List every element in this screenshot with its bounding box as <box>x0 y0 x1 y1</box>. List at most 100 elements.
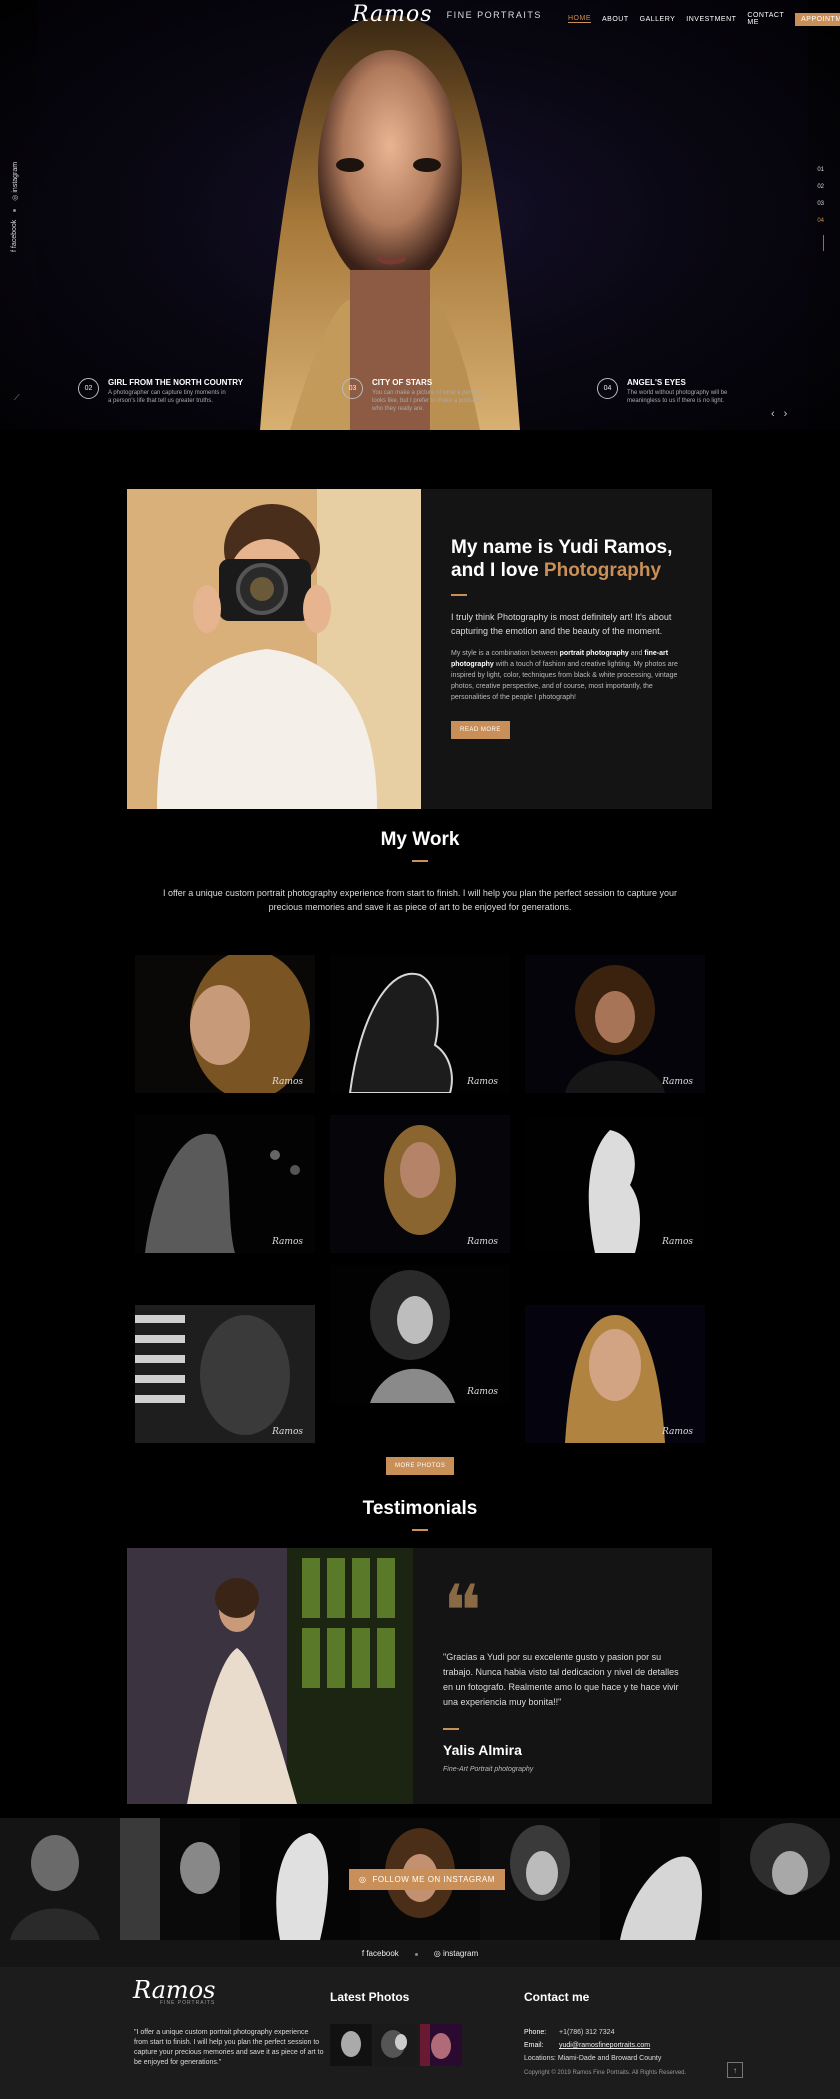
latest-photos-title: Latest Photos <box>330 1990 410 2004</box>
slide-caption[interactable]: 03 CITY OF STARS You can make a picture … <box>342 378 492 413</box>
caption-title: ANGEL'S EYES <box>627 378 686 387</box>
page: Ramos FINE PORTRAITS HOME ABOUT GALLERY … <box>0 0 840 2099</box>
email-link[interactable]: yudi@ramosfineportraits.com <box>559 2042 650 2049</box>
pager-item-01[interactable]: 01 <box>817 167 824 173</box>
watermark-signature: Ramos <box>662 1427 693 1437</box>
about-bold: portrait photography <box>559 650 629 657</box>
nav-gallery[interactable]: GALLERY <box>640 16 676 23</box>
caption-text: The world without photography will be me… <box>627 390 728 404</box>
about-heading-line2: and I love <box>451 560 544 581</box>
watermark-signature: Ramos <box>662 1077 693 1087</box>
footer: Ramos FINE PORTRAITS "I offer a unique c… <box>0 1967 840 2099</box>
appointment-button[interactable]: APPOINTMENT <box>795 12 840 26</box>
caption-text: You can make a picture of what a person … <box>372 390 485 412</box>
gallery-photo <box>330 955 510 1093</box>
about-text: and <box>628 650 645 657</box>
back-to-top-icon[interactable]: ↑ <box>727 2062 743 2078</box>
email-label: Email: <box>524 2042 544 2049</box>
latest-photos <box>330 2024 462 2066</box>
divider <box>412 1529 428 1531</box>
gallery-item[interactable]: Ramos <box>525 955 705 1093</box>
phone-link[interactable]: +1(786) 312 7324 <box>559 2029 614 2036</box>
slide-pager: 01 02 03 04 <box>817 167 824 251</box>
watermark-signature: Ramos <box>272 1427 303 1437</box>
instagram-photo[interactable] <box>600 1818 720 1940</box>
gallery-item[interactable]: Ramos <box>525 1305 705 1443</box>
footer-facebook-link[interactable]: f facebook <box>362 1949 399 1958</box>
hero-slider: Ramos FINE PORTRAITS HOME ABOUT GALLERY … <box>0 0 840 430</box>
footer-instagram-link[interactable]: ◎ instagram <box>434 1949 478 1958</box>
nav-investment[interactable]: INVESTMENT <box>686 16 736 23</box>
gallery-photo <box>135 1305 315 1443</box>
chevron-right-icon[interactable]: › <box>784 408 788 420</box>
gallery-item[interactable]: Ramos <box>135 1305 315 1443</box>
watermark-signature: Ramos <box>467 1387 498 1397</box>
more-photos-button[interactable]: MORE PHOTOS <box>386 1457 455 1475</box>
latest-photo[interactable] <box>420 2024 462 2066</box>
social-divider <box>414 1953 418 1956</box>
contact-email: Email: yudi@ramosfineportraits.com <box>524 2039 661 2052</box>
locations-label: Locations: <box>524 2055 556 2062</box>
testimonial-card: ❝ "Gracias a Yudi por su excelente gusto… <box>127 1548 712 1804</box>
gallery-photo <box>525 1115 705 1253</box>
watermark-signature: Ramos <box>272 1077 303 1087</box>
watermark-signature: Ramos <box>662 1237 693 1247</box>
pager-item-04[interactable]: 04 <box>817 218 824 224</box>
slide-caption[interactable]: 02 GIRL FROM THE NORTH COUNTRY A photogr… <box>78 378 243 405</box>
instagram-icon: ◎ <box>359 1875 367 1884</box>
nav-about[interactable]: ABOUT <box>602 16 629 23</box>
gallery-item[interactable]: Ramos <box>135 955 315 1093</box>
gallery-item[interactable]: Ramos <box>525 1115 705 1253</box>
latest-photo[interactable] <box>375 2024 417 2066</box>
about-heading-line1: My name is Yudi Ramos, <box>451 537 673 558</box>
pager-line <box>823 235 824 251</box>
caption-title: GIRL FROM THE NORTH COUNTRY <box>108 378 244 387</box>
about-content: My name is Yudi Ramos, and I love Photog… <box>421 489 712 809</box>
gallery-photo <box>135 1115 315 1253</box>
gallery-item[interactable]: Ramos <box>135 1115 315 1253</box>
gallery-photo <box>330 1115 510 1253</box>
contact-locations: Locations: Miami-Dade and Broward County <box>524 2052 661 2065</box>
slide-caption[interactable]: 04 ANGEL'S EYES The world without photog… <box>597 378 747 405</box>
instagram-photo[interactable] <box>720 1818 840 1940</box>
nav-home[interactable]: HOME <box>568 15 591 23</box>
gallery-item[interactable]: Ramos <box>330 1265 510 1403</box>
caption-number: 02 <box>78 378 99 399</box>
about-paragraph: My style is a combination between portra… <box>451 648 682 703</box>
about-section: My name is Yudi Ramos, and I love Photog… <box>127 489 712 809</box>
testimonial-role: Fine-Art Portrait photography <box>443 1766 534 1773</box>
footer-logo-sub: FINE PORTRAITS <box>160 2000 216 2006</box>
read-more-button[interactable]: READ MORE <box>451 721 510 739</box>
latest-photo[interactable] <box>330 2024 372 2066</box>
contact-info: Phone: +1(786) 312 7324 Email: yudi@ramosf… <box>524 2026 661 2065</box>
phone-label: Phone: <box>524 2029 547 2036</box>
instagram-photo[interactable] <box>120 1818 240 1940</box>
quote-icon: ❝ <box>443 1569 482 1653</box>
testimonials-title: Testimonials <box>362 1498 478 1519</box>
caption-number: 04 <box>597 378 618 399</box>
testimonial-author: Yalis Almira <box>443 1742 522 1758</box>
instagram-icon: ◎ <box>12 192 19 201</box>
testimonial-quote: "Gracias a Yudi por su excelente gusto y… <box>443 1652 679 1707</box>
rail-facebook-link[interactable]: f facebook <box>11 220 19 252</box>
gallery-item[interactable]: Ramos <box>330 1115 510 1253</box>
caption-text: A photographer can capture tiny moments … <box>108 390 226 404</box>
site-logo[interactable]: Ramos FINE PORTRAITS <box>352 2 542 27</box>
nav-contact[interactable]: CONTACT ME <box>747 12 784 26</box>
follow-instagram-button[interactable]: ◎ FOLLOW ME ON INSTAGRAM <box>349 1869 505 1890</box>
instagram-photo[interactable] <box>240 1818 360 1940</box>
main-nav: HOME ABOUT GALLERY INVESTMENT CONTACT ME… <box>568 12 840 26</box>
rail-instagram-link[interactable]: ◎ instagram <box>11 162 19 201</box>
pager-item-02[interactable]: 02 <box>817 184 824 190</box>
gallery-item[interactable]: Ramos <box>330 955 510 1093</box>
about-lead: I truly think Photography is most defini… <box>451 612 672 636</box>
divider <box>451 594 467 596</box>
chevron-left-icon[interactable]: ‹ <box>771 408 775 420</box>
footer-social-bar: f facebook ◎ instagram <box>0 1940 840 1967</box>
instagram-photo[interactable] <box>0 1818 120 1940</box>
pager-item-03[interactable]: 03 <box>817 201 824 207</box>
email-value: yudi@ramosfineportraits.com <box>559 2042 651 2049</box>
contact-title: Contact me <box>524 1990 590 2004</box>
about-heading: My name is Yudi Ramos, and I love Photog… <box>451 536 682 582</box>
slider-arrows: ‹ › <box>771 408 787 420</box>
